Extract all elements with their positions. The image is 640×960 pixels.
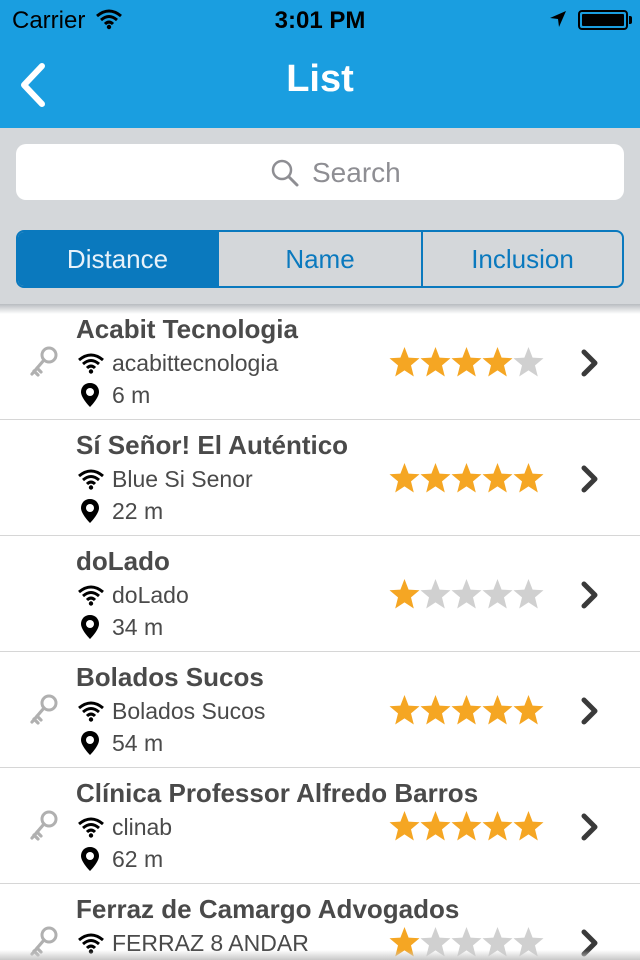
distance-label: 22 m xyxy=(112,498,164,524)
star-filled-icon xyxy=(420,346,451,380)
sort-name-segment[interactable]: Name xyxy=(219,232,423,286)
chevron-right-icon xyxy=(580,697,600,730)
list-item[interactable]: Ferraz de Camargo Advogados FERRAZ 8 ANDA… xyxy=(0,884,640,960)
place-name: Sí Señor! El Auténtico xyxy=(76,430,349,460)
star-filled-icon xyxy=(420,810,451,844)
battery-icon xyxy=(578,10,632,30)
clock: 3:01 PM xyxy=(274,7,366,34)
star-empty-icon xyxy=(513,346,544,380)
star-empty-icon xyxy=(482,578,513,612)
star-empty-icon xyxy=(451,578,482,612)
star-filled-icon xyxy=(451,694,482,728)
page-title: List xyxy=(286,58,354,100)
star-filled-icon xyxy=(451,462,482,496)
rating-stars xyxy=(389,578,544,612)
location-pin-icon xyxy=(80,730,100,761)
sort-inclusion-segment[interactable]: Inclusion xyxy=(423,232,622,286)
key-icon xyxy=(28,346,58,383)
chevron-right-icon xyxy=(580,349,600,382)
star-filled-icon xyxy=(451,346,482,380)
star-filled-icon xyxy=(389,462,420,496)
sort-distance-segment[interactable]: Distance xyxy=(18,232,219,286)
location-pin-icon xyxy=(80,614,100,645)
search-icon xyxy=(270,158,300,193)
star-filled-icon xyxy=(420,462,451,496)
star-filled-icon xyxy=(389,346,420,380)
star-filled-icon xyxy=(389,810,420,844)
location-pin-icon xyxy=(80,382,100,413)
wifi-ssid: Blue Si Senor xyxy=(112,466,253,492)
rating-stars xyxy=(389,462,544,496)
distance-label: 54 m xyxy=(112,730,164,756)
location-pin-icon xyxy=(80,846,100,877)
wifi-icon xyxy=(77,352,105,379)
wifi-ssid: Bolados Sucos xyxy=(112,698,266,724)
status-bar: Carrier 3:01 PM xyxy=(0,0,640,40)
places-list: Acabit Tecnologia acabittecnologia 6 m Sí S… xyxy=(0,304,640,960)
wifi-icon xyxy=(77,700,105,727)
star-filled-icon xyxy=(513,462,544,496)
place-name: Acabit Tecnologia xyxy=(76,314,298,344)
chevron-right-icon xyxy=(580,465,600,498)
rating-stars xyxy=(389,346,544,380)
star-filled-icon xyxy=(513,694,544,728)
search-placeholder: Search xyxy=(312,157,401,188)
wifi-icon xyxy=(77,468,105,495)
distance-label: 6 m xyxy=(112,382,151,408)
place-name: Bolados Sucos xyxy=(76,662,264,692)
location-arrow-icon xyxy=(548,9,568,34)
battery-fill xyxy=(582,14,624,26)
location-pin-icon xyxy=(80,498,100,529)
distance-label: 62 m xyxy=(112,846,164,872)
distance-label: 34 m xyxy=(112,614,164,640)
wifi-ssid: acabittecnologia xyxy=(112,350,279,376)
chevron-right-icon xyxy=(580,813,600,846)
star-filled-icon xyxy=(482,810,513,844)
wifi-ssid: doLado xyxy=(112,582,189,608)
key-icon xyxy=(28,694,58,731)
rating-stars xyxy=(389,810,544,844)
key-icon xyxy=(28,810,58,847)
rating-stars xyxy=(389,694,544,728)
filter-panel: Search Distance Name Inclusion xyxy=(0,128,640,304)
star-filled-icon xyxy=(513,810,544,844)
place-name: Ferraz de Camargo Advogados xyxy=(76,894,460,924)
sort-segmented-control: Distance Name Inclusion xyxy=(16,230,624,288)
list-item[interactable]: Clínica Professor Alfredo Barros clinab 62… xyxy=(0,768,640,884)
star-filled-icon xyxy=(420,694,451,728)
list-item[interactable]: Sí Señor! El Auténtico Blue Si Senor 22 m xyxy=(0,420,640,536)
star-filled-icon xyxy=(451,810,482,844)
navigation-bar: Carrier 3:01 PM List xyxy=(0,0,640,128)
star-filled-icon xyxy=(389,694,420,728)
place-name: Clínica Professor Alfredo Barros xyxy=(76,778,479,808)
star-filled-icon xyxy=(389,578,420,612)
star-filled-icon xyxy=(482,462,513,496)
list-item[interactable]: Bolados Sucos Bolados Sucos 54 m xyxy=(0,652,640,768)
star-filled-icon xyxy=(482,346,513,380)
search-input[interactable]: Search xyxy=(16,144,624,200)
wifi-icon xyxy=(77,584,105,611)
star-filled-icon xyxy=(482,694,513,728)
list-item[interactable]: Acabit Tecnologia acabittecnologia 6 m xyxy=(0,304,640,420)
chevron-right-icon xyxy=(580,581,600,614)
list-item[interactable]: doLado doLado 34 m xyxy=(0,536,640,652)
place-name: doLado xyxy=(76,546,170,576)
star-empty-icon xyxy=(513,578,544,612)
wifi-icon xyxy=(77,816,105,843)
wifi-ssid: clinab xyxy=(112,814,173,840)
star-empty-icon xyxy=(420,578,451,612)
